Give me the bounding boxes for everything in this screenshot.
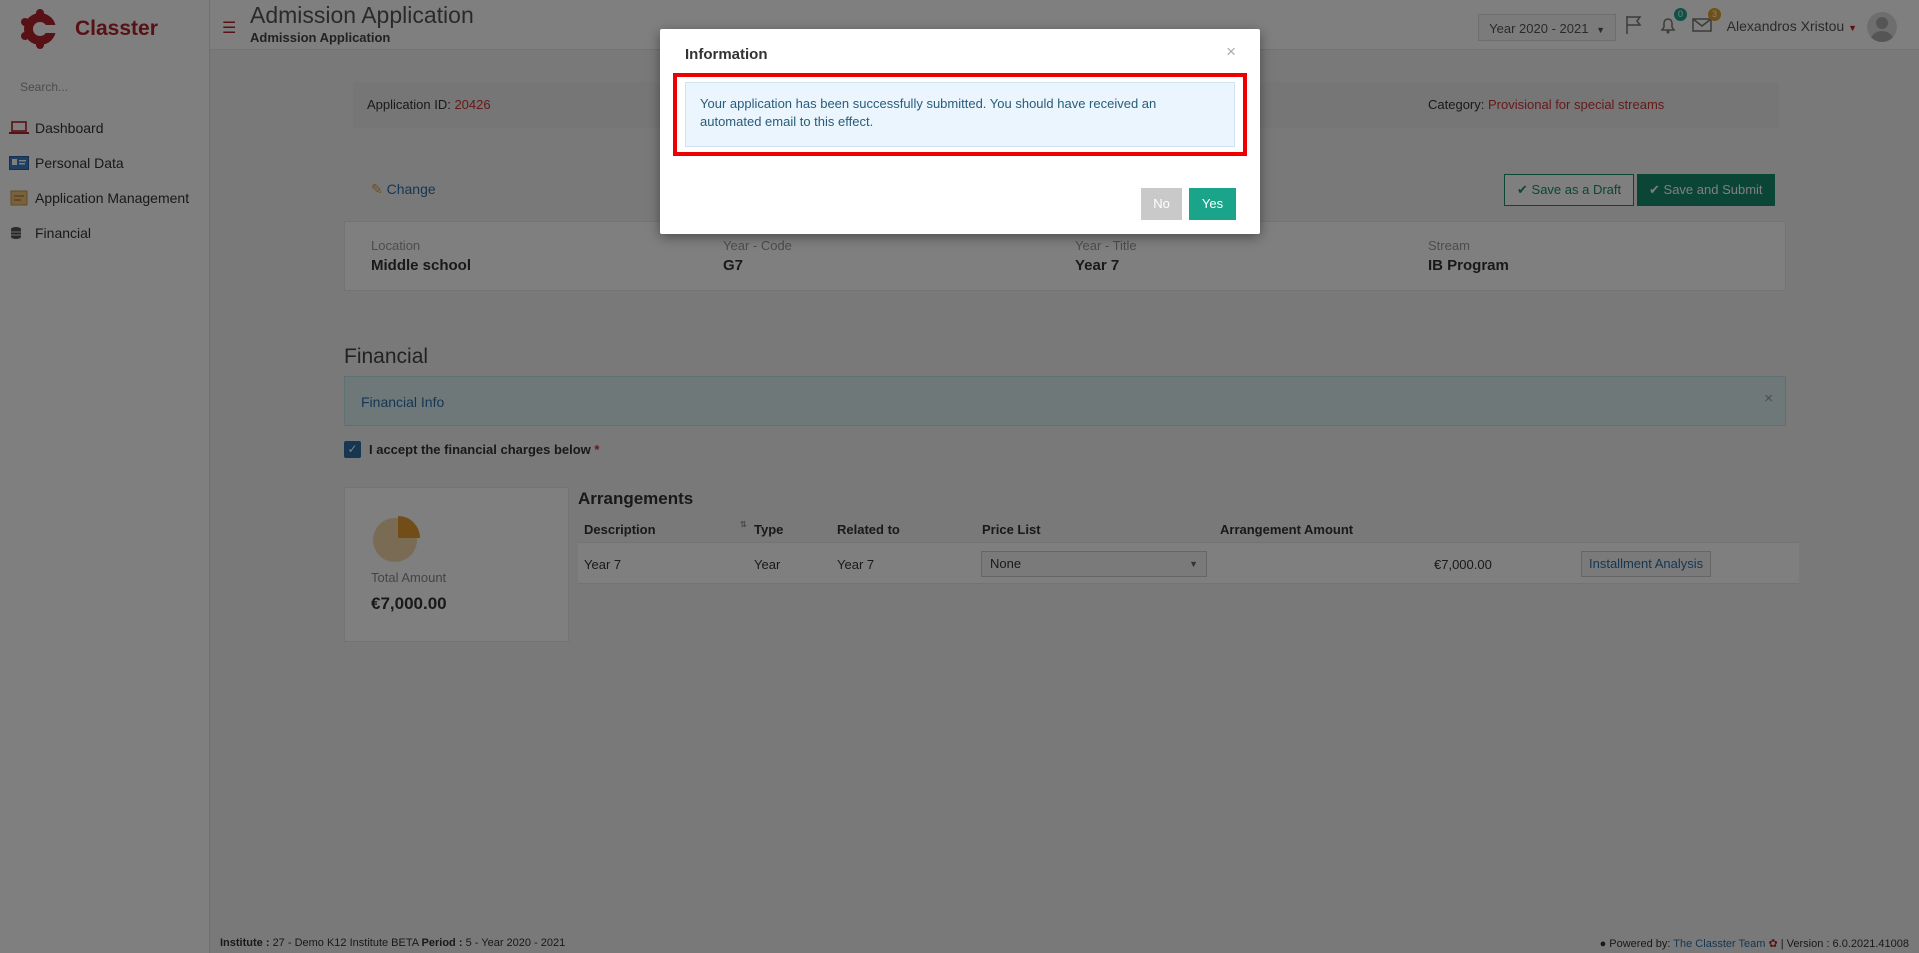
dialog-title: Information xyxy=(685,46,768,63)
no-button[interactable]: No xyxy=(1141,188,1182,220)
yes-button[interactable]: Yes xyxy=(1189,188,1236,220)
information-dialog: Information × Your application has been … xyxy=(660,29,1260,234)
close-icon[interactable]: × xyxy=(1226,42,1236,62)
dialog-message: Your application has been successfully s… xyxy=(685,82,1235,147)
